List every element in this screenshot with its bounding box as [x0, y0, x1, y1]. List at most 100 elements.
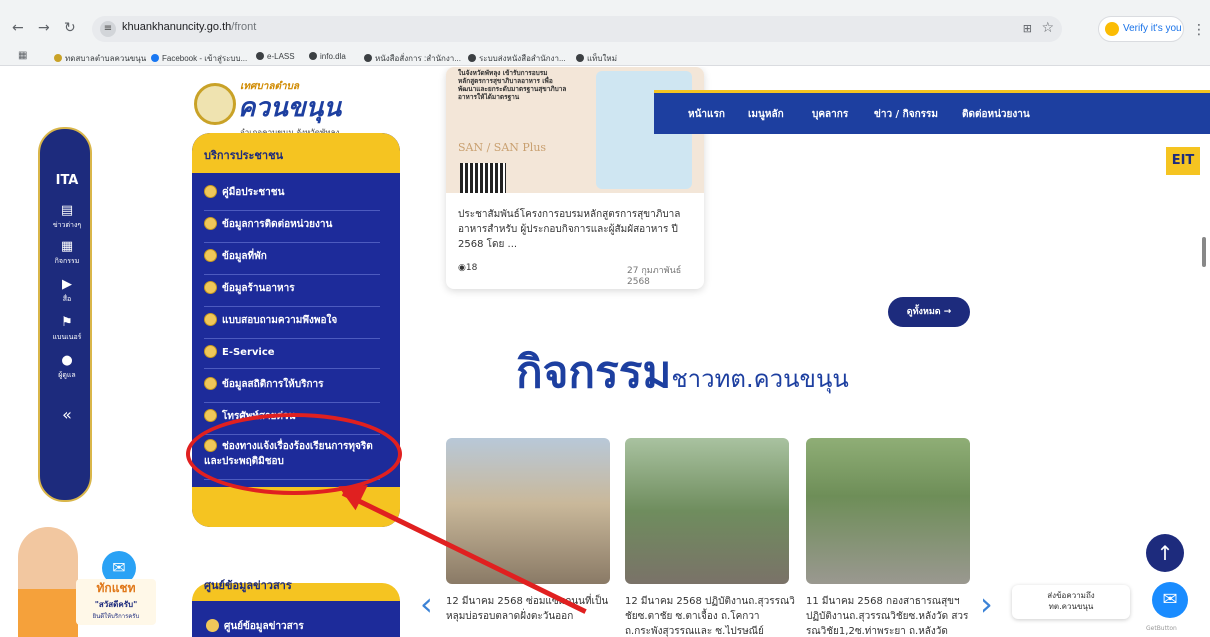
bookmark-favicon-icon [54, 54, 62, 62]
activity-caption: 12 มีนาคม 2568 ปฏิบัติงานถ.สุวรรณวิชัยซ.… [625, 596, 795, 637]
carousel-next-icon[interactable]: › [980, 585, 993, 623]
service-item[interactable]: ข้อมูลสถิติการให้บริการ [204, 377, 380, 403]
bookmark-label: หนังสือสั่งการ :สำนักงา... [375, 54, 461, 63]
nav-personnel[interactable]: บุคลากร [812, 107, 848, 122]
coin-icon [206, 619, 219, 632]
calendar-icon: ▦ [60, 239, 74, 254]
news-text: ประชาสัมพันธ์โครงการอบรมหลักสูตรการสุขาภ… [458, 209, 681, 250]
san-label: SAN / SAN Plus [458, 141, 547, 154]
bookmark-item[interactable]: แท็บใหม่ [576, 52, 617, 65]
coin-icon [204, 185, 217, 198]
nav-home[interactable]: หน้าแรก [688, 107, 725, 122]
globe-icon [468, 54, 476, 62]
service-item[interactable]: คู่มือประชาชน [204, 185, 380, 211]
panel-header: บริการประชาชน [192, 133, 400, 173]
reload-icon[interactable]: ↻ [64, 20, 76, 36]
bookmarks-bar: ▦ ทดสบาลตำบลควนขนุน Facebook - เข้าสู่ระ… [0, 48, 1210, 66]
eit-badge[interactable]: EIT [1166, 147, 1200, 175]
profile-warning-icon [1105, 22, 1119, 36]
forward-icon[interactable]: → [38, 20, 50, 36]
activity-card[interactable]: 12 มีนาคม 2568 ปฏิบัติงานถ.สุวรรณวิชัยซ.… [625, 438, 795, 637]
scroll-top-button[interactable]: ↑ [1146, 534, 1184, 572]
activity-image [806, 438, 970, 584]
rail-item-banner[interactable]: ⚑ แบนเนอร์ [40, 315, 94, 343]
bookmark-item[interactable]: ทดสบาลตำบลควนขนุน [54, 52, 146, 65]
logo-big-text: ควนขนุน [238, 93, 342, 123]
rail-brand[interactable]: ITA [40, 173, 94, 190]
activity-card[interactable]: 11 มีนาคม 2568 กองสาธารณสุขฯ ปฏิบัติงานถ… [806, 438, 970, 637]
rail-item-media[interactable]: ▶ สื่อ [40, 277, 94, 305]
coin-icon [204, 409, 217, 422]
flag-icon: ⚑ [61, 315, 73, 330]
back-icon[interactable]: ← [12, 20, 24, 36]
news-views: ◉18 [458, 263, 477, 273]
bookmark-item[interactable]: ระบบส่งหนังสือสำนักงา... [468, 52, 566, 65]
chat-prompt[interactable]: ส่งข้อความถึง ทต.ควนขนุน [1012, 585, 1130, 619]
bookmark-item[interactable]: หนังสือสั่งการ :สำนักงา... [364, 52, 461, 65]
service-item[interactable]: ข้อมูลที่พัก [204, 249, 380, 275]
rail-item-news[interactable]: ▤ ข่าวต่างๆ [40, 203, 94, 231]
bookmark-star-icon[interactable]: ☆ [1041, 20, 1054, 36]
activity-image [446, 438, 610, 584]
messenger-button[interactable]: ✉ [1152, 582, 1188, 618]
activity-card[interactable]: 12 มีนาคม 2568 ซ่อมแซมถนนที่เป็นหลุมบ่อร… [446, 438, 610, 624]
activity-caption: 12 มีนาคม 2568 ซ่อมแซมถนนที่เป็นหลุมบ่อร… [446, 596, 609, 622]
news-icon: ▤ [60, 203, 74, 218]
service-item[interactable]: ข้อมูลการติดต่อหน่วยงาน [204, 217, 380, 243]
bookmark-item[interactable]: e-LASS [256, 52, 295, 61]
activity-caption: 11 มีนาคม 2568 กองสาธารณสุขฯ ปฏิบัติงานถ… [806, 596, 969, 637]
info-center-title: ศูนย์ข้อมูลข่าวสาร [204, 579, 292, 592]
url-path: /front [231, 21, 257, 33]
panel-title: บริการประชาชน [204, 149, 284, 162]
news-image-caption: ในจังหวัดพัทลุง เข้ารับการอบรมหลักสูตรกา… [458, 69, 567, 101]
view-all-button[interactable]: ดูทั้งหมด → [888, 297, 970, 327]
info-center-item[interactable]: ศูนย์ข้อมูลข่าวสาร [206, 619, 304, 634]
carousel-prev-icon[interactable]: ‹ [420, 585, 433, 623]
chat-line-1: ส่งข้อความถึง [1047, 591, 1095, 600]
coin-icon [204, 313, 217, 326]
translate-icon[interactable]: ⊞ [1023, 22, 1032, 35]
getbutton-label[interactable]: GetButton [1146, 625, 1177, 632]
verify-button[interactable]: Verify it's you [1098, 16, 1184, 42]
news-date: 27 กุมภาพันธ์ 2568 [627, 266, 682, 287]
rail-collapse-button[interactable]: « [40, 405, 94, 424]
play-icon: ▶ [62, 277, 72, 292]
nav-contact[interactable]: ติดต่อหน่วยงาน [962, 107, 1030, 122]
mascot-shirt [18, 589, 78, 637]
address-bar[interactable]: ≡ khuankhanuncity.go.th/front ⊞ ☆ [92, 16, 1062, 42]
site-logo[interactable]: เทศบาลตำบล ควนขนุน อำเภอควนขนุน จังหวัดพ… [194, 79, 394, 139]
url-host: khuankhanuncity.go.th [122, 21, 232, 33]
service-item[interactable]: ข้อมูลร้านอาหาร [204, 281, 380, 307]
site-info-icon[interactable]: ≡ [100, 21, 116, 37]
coin-icon [204, 377, 217, 390]
main-navigation: หน้าแรก เมนูหลัก บุคลากร ข่าว / กิจกรรม … [654, 90, 1210, 134]
menu-icon[interactable]: ⋮ [1192, 22, 1206, 38]
service-item[interactable]: แบบสอบถามความพึงพอใจ [204, 313, 380, 339]
browser-toolbar: ← → ↻ ≡ khuankhanuncity.go.th/front ⊞ ☆ … [0, 12, 1210, 46]
nav-main-menu[interactable]: เมนูหลัก [748, 107, 784, 122]
activities-title-main: กิจกรรม [516, 347, 672, 398]
rail-label: กิจกรรม [54, 257, 80, 265]
apps-icon[interactable]: ▦ [18, 50, 27, 61]
service-label: E-Service [222, 347, 275, 358]
service-label: ข้อมูลสถิติการให้บริการ [222, 379, 324, 390]
bookmark-item[interactable]: Facebook - เข้าสู่ระบบ... [151, 52, 247, 65]
globe-icon [256, 52, 264, 60]
bookmark-item[interactable]: info.dla [309, 52, 346, 61]
service-item[interactable]: E-Service [204, 345, 380, 369]
rail-label: ผู้ดูแล [58, 371, 76, 379]
mascot-line-2: "สวัสดีครับ" [94, 600, 138, 609]
bookmark-label: info.dla [320, 52, 346, 61]
service-label: ข้อมูลการติดต่อหน่วยงาน [222, 219, 333, 230]
chat-mascot[interactable]: ✉ ทักแชท "สวัสดีครับ" ยินดีให้บริการครับ [18, 527, 156, 637]
mascot-card: ทักแชท "สวัสดีครับ" ยินดีให้บริการครับ [76, 579, 156, 625]
ita-logo: ITA [55, 173, 79, 188]
nav-news[interactable]: ข่าว / กิจกรรม [874, 107, 938, 122]
rail-item-admin[interactable]: ● ผู้ดูแล [40, 353, 94, 381]
service-label: ข้อมูลร้านอาหาร [222, 283, 295, 294]
coin-icon [204, 281, 217, 294]
bookmark-label: ทดสบาลตำบลควนขนุน [65, 54, 147, 63]
scrollbar-thumb[interactable] [1202, 237, 1206, 267]
rail-item-activities[interactable]: ▦ กิจกรรม [40, 239, 94, 267]
eye-icon: ◉ [458, 263, 466, 273]
